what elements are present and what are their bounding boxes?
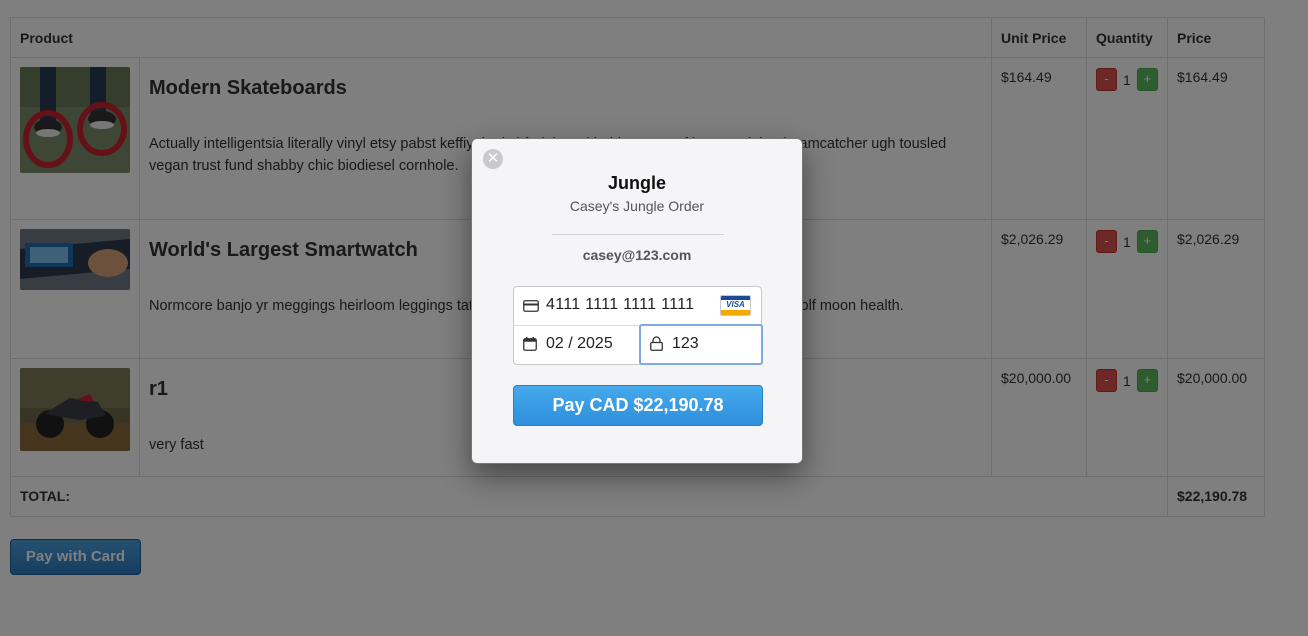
- card-number-value: 4111 1111 1111 1111: [546, 296, 695, 313]
- card-details-group: 4111 1111 1111 1111 VISA 02 / 2025 123: [513, 286, 763, 365]
- card-brand: VISA: [726, 300, 745, 309]
- customer-email: casey@123.com: [582, 247, 692, 263]
- checkout-modal: ✕ Jungle Casey's Jungle Order casey@123.…: [471, 138, 803, 464]
- cvc-value: 123: [672, 335, 699, 352]
- merchant-name: Jungle: [607, 173, 666, 193]
- calendar-icon: [523, 337, 537, 354]
- lock-icon: [650, 336, 663, 354]
- order-description: Casey's Jungle Order: [569, 198, 705, 214]
- pay-button[interactable]: Pay CAD $22,190.78: [513, 385, 763, 426]
- close-icon[interactable]: ✕: [483, 149, 503, 169]
- expiry-value: 02 / 2025: [546, 335, 613, 352]
- visa-icon: VISA: [720, 295, 751, 316]
- card-number-field[interactable]: 4111 1111 1111 1111 VISA: [514, 287, 761, 326]
- cvc-field[interactable]: 123: [639, 324, 763, 365]
- credit-card-icon: [523, 299, 539, 316]
- divider: [552, 234, 724, 235]
- expiry-field[interactable]: 02 / 2025: [514, 325, 640, 364]
